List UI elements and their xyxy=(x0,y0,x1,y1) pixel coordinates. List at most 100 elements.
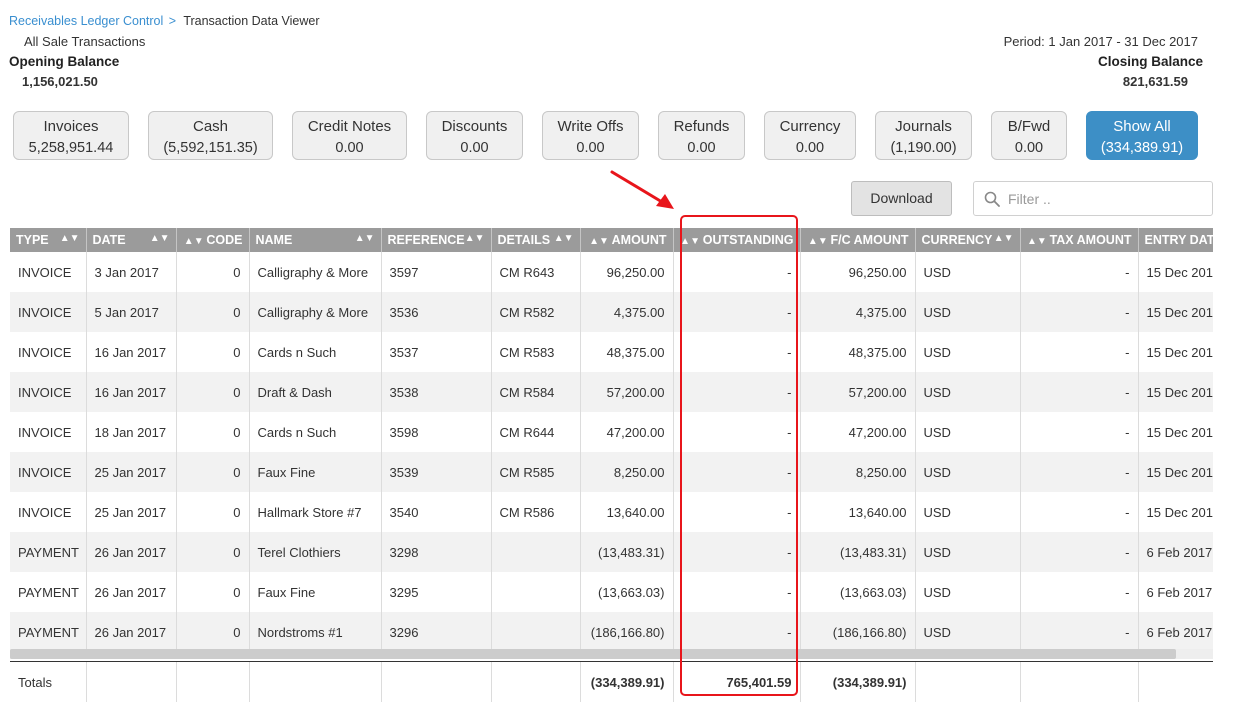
cell-currency: USD xyxy=(915,572,1021,612)
cell-tax-amount: - xyxy=(1020,532,1139,572)
column-header-name[interactable]: NAME ▲︎▼︎ xyxy=(249,228,382,252)
cell-type: INVOICE xyxy=(10,372,87,412)
breadcrumb: Receivables Ledger Control > Transaction… xyxy=(9,14,320,28)
cell-fc-amount: 4,375.00 xyxy=(800,292,916,332)
sort-icon: ▲︎▼︎ xyxy=(1026,236,1050,247)
sort-icon: ▲︎▼︎ xyxy=(680,236,703,247)
cell-outstanding: - xyxy=(673,492,801,532)
column-header-date[interactable]: DATE ▲︎▼︎ xyxy=(86,228,177,252)
table-row[interactable]: PAYMENT 26 Jan 2017 0 Nordstroms #1 3296 (186… xyxy=(10,612,1213,652)
category-label: Write Offs xyxy=(557,118,624,135)
period-label: Period: 1 Jan 2017 - 31 Dec 2017 xyxy=(1003,34,1198,49)
cell-currency: USD xyxy=(915,332,1021,372)
cell-reference: 3597 xyxy=(381,252,492,292)
category-value: 0.00 xyxy=(576,140,605,156)
cell-tax-amount: - xyxy=(1020,332,1139,372)
cell-name: Faux Fine xyxy=(249,452,382,492)
category-write-offs-button[interactable]: Write Offs 0.00 xyxy=(542,111,639,160)
category-currency-button[interactable]: Currency 0.00 xyxy=(764,111,856,160)
download-button[interactable]: Download xyxy=(851,181,952,216)
cell-reference: 3296 xyxy=(381,612,492,652)
category-discounts-button[interactable]: Discounts 0.00 xyxy=(426,111,523,160)
cell-date: 25 Jan 2017 xyxy=(86,492,177,532)
closing-balance-value: 821,631.59 xyxy=(1122,74,1188,89)
column-header-fc-amount[interactable]: ▲︎▼︎ F/C AMOUNT xyxy=(800,228,916,252)
cell-outstanding: - xyxy=(673,532,801,572)
column-header-currency[interactable]: CURRENCY ▲︎▼︎ xyxy=(915,228,1021,252)
scrollbar-thumb[interactable] xyxy=(10,649,1176,659)
category-credit-notes-button[interactable]: Credit Notes 0.00 xyxy=(292,111,407,160)
cell-details: CM R644 xyxy=(491,412,581,452)
table-row[interactable]: INVOICE 16 Jan 2017 0 Cards n Such 3537 CM R5… xyxy=(10,332,1213,372)
cell-reference: 3540 xyxy=(381,492,492,532)
cell-name: Nordstroms #1 xyxy=(249,612,382,652)
cell-details: CM R586 xyxy=(491,492,581,532)
table-row[interactable]: INVOICE 25 Jan 2017 0 Hallmark Store #7 3540… xyxy=(10,492,1213,532)
cell-name: Faux Fine xyxy=(249,572,382,612)
filter-input[interactable] xyxy=(1008,188,1203,210)
cell-amount: 47,200.00 xyxy=(580,412,674,452)
category-invoices-button[interactable]: Invoices 5,258,951.44 xyxy=(13,111,129,160)
totals-label: Totals xyxy=(10,662,87,702)
cell-fc-amount: 57,200.00 xyxy=(800,372,916,412)
category-value: 0.00 xyxy=(1014,140,1044,156)
cell-reference: 3598 xyxy=(381,412,492,452)
column-header-label: TYPE xyxy=(16,233,49,247)
filter-field[interactable] xyxy=(973,181,1213,216)
cell-currency: USD xyxy=(915,452,1021,492)
table-row[interactable]: INVOICE 5 Jan 2017 0 Calligraphy & More 3536… xyxy=(10,292,1213,332)
sort-icon: ▲︎▼︎ xyxy=(149,233,170,244)
cell-type: INVOICE xyxy=(10,292,87,332)
category-label: Journals xyxy=(895,118,952,135)
cell-amount: (186,166.80) xyxy=(580,612,674,652)
column-header-tax-amount[interactable]: ▲︎▼︎ TAX AMOUNT xyxy=(1020,228,1139,252)
cell-amount: 13,640.00 xyxy=(580,492,674,532)
horizontal-scrollbar[interactable] xyxy=(10,649,1213,659)
sort-icon: ▲︎▼︎ xyxy=(993,233,1014,244)
cell-date: 25 Jan 2017 xyxy=(86,452,177,492)
cell-date: 16 Jan 2017 xyxy=(86,372,177,412)
cell-tax-amount: - xyxy=(1020,292,1139,332)
category-cash-button[interactable]: Cash (5,592,151.35) xyxy=(148,111,273,160)
cell-code: 0 xyxy=(176,332,250,372)
table-row[interactable]: INVOICE 3 Jan 2017 0 Calligraphy & More 3597… xyxy=(10,252,1213,292)
category-bfwd-button[interactable]: B/Fwd 0.00 xyxy=(991,111,1067,160)
cell-tax-amount: - xyxy=(1020,612,1139,652)
opening-balance-value: 1,156,021.50 xyxy=(22,74,98,89)
column-header-details[interactable]: DETAILS ▲︎▼︎ xyxy=(491,228,581,252)
column-header-entry-date[interactable]: ENTRY DATE xyxy=(1138,228,1213,252)
column-header-outstanding[interactable]: ▲︎▼︎ OUTSTANDING xyxy=(673,228,801,252)
cell-amount: 57,200.00 xyxy=(580,372,674,412)
table-header-row: TYPE ▲︎▼︎ DATE ▲︎▼︎ ▲︎▼︎ CODE NAME ▲︎▼︎ REF… xyxy=(10,228,1213,252)
cell-type: PAYMENT xyxy=(10,572,87,612)
cell-outstanding: - xyxy=(673,452,801,492)
cell-outstanding: - xyxy=(673,412,801,452)
category-refunds-button[interactable]: Refunds 0.00 xyxy=(658,111,745,160)
category-label: Cash xyxy=(192,118,229,135)
cell-name: Hallmark Store #7 xyxy=(249,492,382,532)
column-header-type[interactable]: TYPE ▲︎▼︎ xyxy=(10,228,87,252)
cell-tax-amount: - xyxy=(1020,492,1139,532)
breadcrumb-link-receivables[interactable]: Receivables Ledger Control xyxy=(9,14,163,28)
table-row[interactable]: PAYMENT 26 Jan 2017 0 Faux Fine 3295 (13,663.… xyxy=(10,572,1213,612)
cell-details: CM R584 xyxy=(491,372,581,412)
cell-entry-date: 15 Dec 2017 xyxy=(1138,372,1213,412)
table-row[interactable]: INVOICE 18 Jan 2017 0 Cards n Such 3598 CM R6… xyxy=(10,412,1213,452)
table-row[interactable]: INVOICE 16 Jan 2017 0 Draft & Dash 3538 CM R5… xyxy=(10,372,1213,412)
cell-name: Cards n Such xyxy=(249,412,382,452)
table-row[interactable]: PAYMENT 26 Jan 2017 0 Terel Clothiers 3298 (1… xyxy=(10,532,1213,572)
cell-currency: USD xyxy=(915,532,1021,572)
column-header-code[interactable]: ▲︎▼︎ CODE xyxy=(176,228,250,252)
search-icon xyxy=(984,191,1000,207)
cell-amount: (13,663.03) xyxy=(580,572,674,612)
cell-entry-date: 6 Feb 2017 xyxy=(1138,532,1213,572)
category-journals-button[interactable]: Journals (1,190.00) xyxy=(875,111,972,160)
table-row[interactable]: INVOICE 25 Jan 2017 0 Faux Fine 3539 CM R585 8… xyxy=(10,452,1213,492)
category-show-all-button[interactable]: Show All (334,389.91) xyxy=(1086,111,1198,160)
column-header-reference[interactable]: REFERENCE ▲︎▼︎ xyxy=(381,228,492,252)
cell-date: 5 Jan 2017 xyxy=(86,292,177,332)
column-header-amount[interactable]: ▲︎▼︎ AMOUNT xyxy=(580,228,674,252)
cell-date: 18 Jan 2017 xyxy=(86,412,177,452)
category-value: 0.00 xyxy=(795,140,825,156)
totals-amount: (334,389.91) xyxy=(580,662,674,702)
